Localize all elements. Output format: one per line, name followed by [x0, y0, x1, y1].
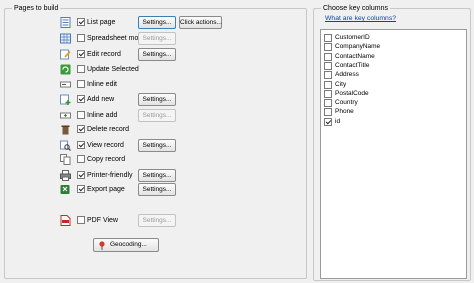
page-checkbox[interactable]: [77, 216, 85, 224]
key-column-checkbox[interactable]: [324, 117, 332, 126]
key-column-label: Country: [335, 99, 358, 107]
page-label: Inline edit: [87, 81, 117, 88]
page-checkbox[interactable]: [77, 65, 85, 73]
page-label: PDF View: [87, 217, 118, 224]
edit-record-icon: [60, 49, 71, 60]
map-pin-icon: [98, 241, 106, 254]
settings-button[interactable]: Settings...: [138, 109, 176, 122]
key-column-checkbox[interactable]: [324, 89, 332, 98]
page-label: View record: [87, 142, 124, 149]
key-column-checkbox[interactable]: [324, 52, 332, 61]
inline-edit-icon: [60, 79, 71, 90]
delete-icon: [60, 124, 71, 135]
update-selected-icon: [60, 64, 71, 75]
settings-button[interactable]: Settings...: [138, 139, 176, 152]
page-label: Export page: [87, 186, 125, 193]
click-actions-button[interactable]: Click actions...: [179, 16, 222, 29]
key-column-label: CustomerID: [335, 34, 370, 41]
key-columns-group-title: Choose key columns: [321, 4, 390, 13]
key-column-label: id: [335, 117, 341, 125]
page-checkbox[interactable]: [77, 80, 85, 88]
key-column-label: CompanyName: [335, 43, 381, 51]
key-column-checkbox[interactable]: [324, 108, 332, 117]
page-label: Delete record: [87, 126, 130, 133]
key-column-checkbox[interactable]: [324, 99, 332, 108]
key-column-checkbox[interactable]: [324, 34, 332, 42]
settings-button[interactable]: Settings...: [138, 32, 176, 45]
settings-button[interactable]: Settings...: [138, 48, 176, 61]
add-new-icon: [60, 94, 71, 105]
key-column-checkbox[interactable]: [324, 71, 332, 80]
pdf-icon: [60, 215, 71, 226]
page-checkbox[interactable]: [77, 155, 85, 163]
page-label: List page: [87, 19, 116, 26]
export-icon: [60, 184, 71, 195]
printer-icon: [60, 170, 71, 181]
page-checkbox[interactable]: [77, 171, 85, 179]
settings-button[interactable]: Settings...: [138, 93, 176, 106]
key-columns-listbox[interactable]: CustomerID CompanyName ContactName ContactT…: [320, 29, 467, 279]
page-checkbox[interactable]: [77, 185, 85, 193]
page-checkbox[interactable]: [77, 34, 85, 42]
inline-add-icon: [60, 110, 71, 121]
page-checkbox[interactable]: [77, 125, 85, 133]
view-record-icon: [60, 140, 71, 151]
key-column-label: Address: [335, 71, 359, 79]
copy-record-icon: [60, 154, 71, 165]
key-column-checkbox[interactable]: [324, 80, 332, 89]
page-checkbox[interactable]: [77, 141, 85, 149]
page-checkbox[interactable]: [77, 95, 85, 103]
page-label: Update Selected: [87, 66, 139, 73]
settings-button[interactable]: Settings...: [138, 169, 176, 182]
page-label: Copy record: [87, 156, 126, 163]
key-column-checkbox[interactable]: [324, 43, 332, 52]
key-column-checkbox[interactable]: [324, 61, 332, 70]
page-checkbox[interactable]: [77, 18, 85, 26]
what-are-key-columns-link[interactable]: What are key columns?: [325, 15, 396, 22]
settings-button[interactable]: Settings...: [138, 183, 176, 196]
key-column-label: ContactTitle: [335, 61, 370, 69]
page-checkbox[interactable]: [77, 50, 85, 58]
page-label: Printer-friendly: [87, 172, 133, 179]
geocoding-button[interactable]: Geocoding...: [93, 238, 159, 252]
key-column-label: Phone: [335, 108, 354, 116]
settings-button[interactable]: Settings...: [138, 214, 176, 227]
list-page-icon: [60, 17, 71, 28]
key-column-label: City: [335, 80, 347, 88]
page-label: Edit record: [87, 51, 121, 58]
pages-group-title: Pages to build: [12, 4, 61, 13]
page-label: Inline add: [87, 112, 118, 119]
key-column-label: PostalCode: [335, 89, 369, 97]
page-label: Add new: [87, 96, 115, 103]
page-checkbox[interactable]: [77, 111, 85, 119]
settings-button[interactable]: Settings...: [138, 16, 176, 29]
geocoding-label: Geocoding...: [110, 241, 147, 248]
key-column-label: ContactName: [335, 52, 375, 60]
spreadsheet-icon: [60, 33, 71, 44]
